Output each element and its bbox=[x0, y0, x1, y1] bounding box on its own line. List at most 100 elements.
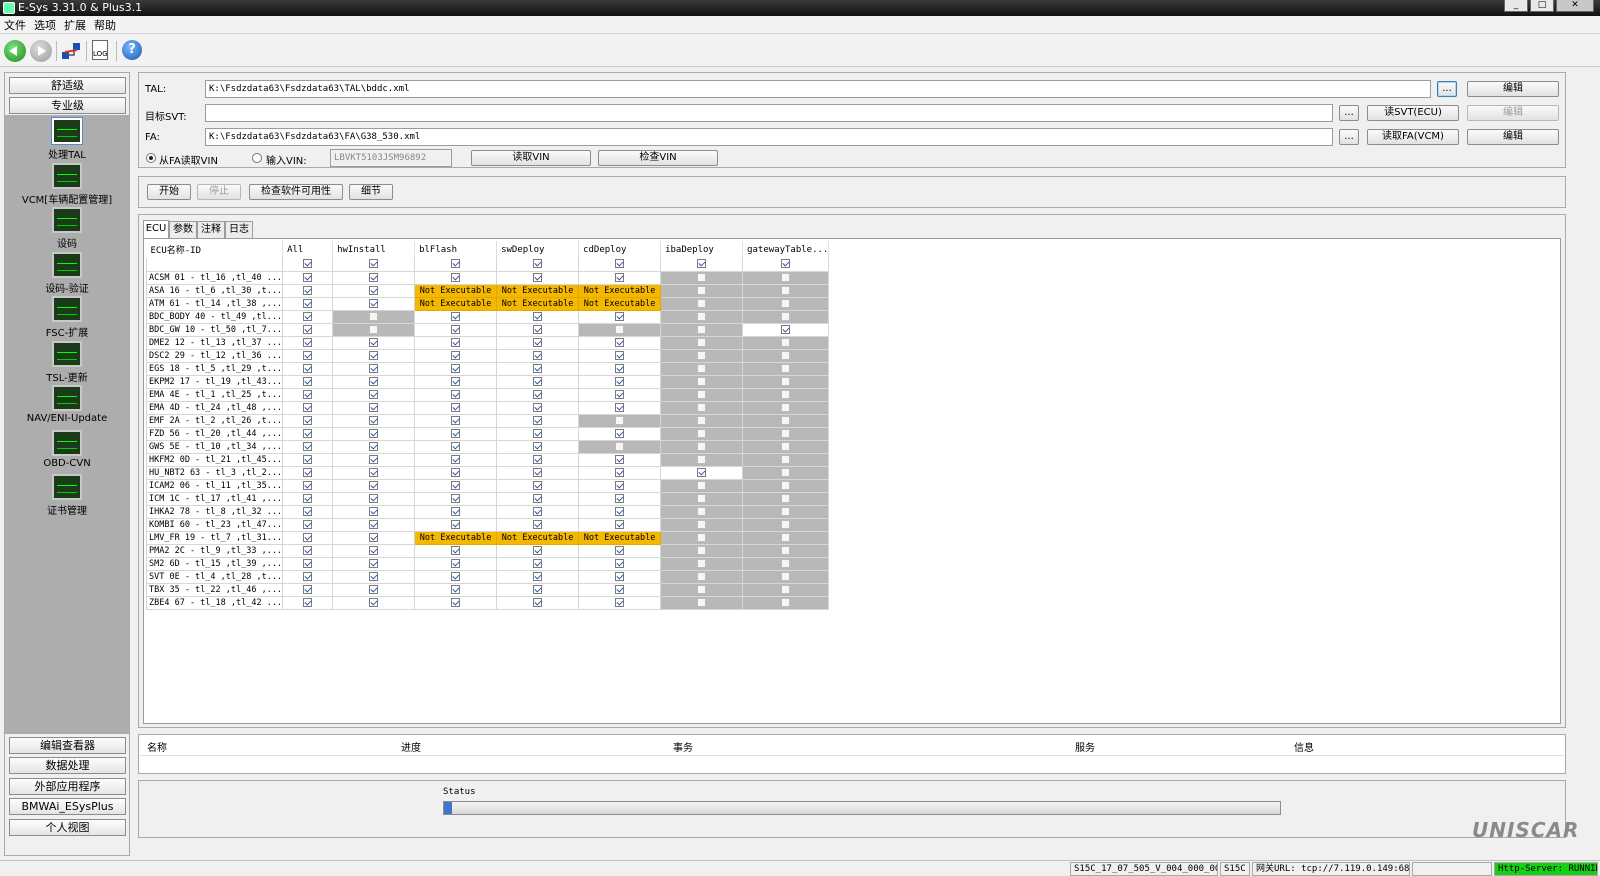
grid-column-header[interactable]: swDeploy bbox=[496, 241, 580, 258]
checkbox-cell[interactable] bbox=[414, 466, 498, 480]
checked-checkbox[interactable] bbox=[303, 324, 313, 334]
checkbox-cell[interactable] bbox=[742, 271, 830, 285]
checked-checkbox[interactable] bbox=[533, 571, 543, 581]
external-apps-button[interactable]: 外部应用程序 bbox=[9, 778, 126, 795]
svt-edit-button[interactable]: 编辑 bbox=[1467, 105, 1559, 121]
checkbox-cell[interactable] bbox=[282, 323, 334, 337]
checkbox-cell[interactable] bbox=[660, 297, 744, 311]
table-row[interactable]: ICM 1C - tl_17 ,tl_41 ,... bbox=[145, 492, 830, 506]
checked-checkbox[interactable] bbox=[303, 493, 313, 503]
checkbox-cell[interactable] bbox=[332, 518, 416, 532]
checkbox-cell[interactable] bbox=[282, 375, 334, 389]
sidebar-item[interactable]: 证书管理 bbox=[5, 474, 129, 517]
sidebar-item[interactable]: 设码 bbox=[5, 207, 129, 250]
checked-checkbox[interactable] bbox=[615, 376, 625, 386]
checked-checkbox[interactable] bbox=[615, 597, 625, 607]
checkbox-cell[interactable] bbox=[332, 258, 416, 272]
checked-checkbox[interactable] bbox=[451, 506, 461, 516]
tab-parameters[interactable]: 参数 bbox=[169, 221, 197, 238]
checked-checkbox[interactable] bbox=[369, 571, 379, 581]
sidebar-item[interactable]: 设码-验证 bbox=[5, 251, 129, 295]
checkbox-cell[interactable] bbox=[496, 323, 580, 337]
table-row[interactable]: SM2 6D - tl_15 ,tl_39 ,... bbox=[145, 557, 830, 571]
checkbox-cell[interactable] bbox=[496, 427, 580, 441]
unchecked-checkbox[interactable] bbox=[781, 376, 791, 386]
checked-checkbox[interactable] bbox=[533, 402, 543, 412]
checked-checkbox[interactable] bbox=[369, 493, 379, 503]
unchecked-checkbox[interactable] bbox=[781, 272, 791, 282]
checkbox-cell[interactable] bbox=[742, 427, 830, 441]
checkbox-cell[interactable] bbox=[332, 297, 416, 311]
checkbox-cell[interactable] bbox=[414, 336, 498, 350]
checkbox-cell[interactable] bbox=[578, 492, 662, 506]
checked-checkbox[interactable] bbox=[451, 597, 461, 607]
unchecked-checkbox[interactable] bbox=[697, 311, 707, 321]
table-row[interactable]: EGS 18 - tl_5 ,tl_29 ,t... bbox=[145, 362, 830, 376]
checked-checkbox[interactable] bbox=[533, 493, 543, 503]
checked-checkbox[interactable] bbox=[615, 584, 625, 594]
checked-checkbox[interactable] bbox=[533, 545, 543, 555]
table-row[interactable]: DME2 12 - tl_13 ,tl_37 ... bbox=[145, 336, 830, 350]
checked-checkbox[interactable] bbox=[369, 376, 379, 386]
checked-checkbox[interactable] bbox=[615, 519, 625, 529]
checked-checkbox[interactable] bbox=[303, 402, 313, 412]
checkbox-cell[interactable] bbox=[332, 440, 416, 454]
checkbox-cell[interactable] bbox=[742, 466, 830, 480]
checkbox-cell[interactable] bbox=[414, 323, 498, 337]
checkbox-cell[interactable] bbox=[282, 583, 334, 597]
data-processing-button[interactable]: 数据处理 bbox=[9, 757, 126, 774]
checked-checkbox[interactable] bbox=[615, 337, 625, 347]
checked-checkbox[interactable] bbox=[451, 363, 461, 373]
checkbox-cell[interactable] bbox=[496, 479, 580, 493]
checked-checkbox[interactable] bbox=[369, 272, 379, 282]
checkbox-cell[interactable] bbox=[578, 440, 662, 454]
tal-browse-button[interactable]: ... bbox=[1437, 81, 1457, 97]
checkbox-cell[interactable] bbox=[496, 492, 580, 506]
checked-checkbox[interactable] bbox=[303, 337, 313, 347]
sidebar-item[interactable]: VCM[车辆配置管理] bbox=[5, 162, 129, 206]
unchecked-checkbox[interactable] bbox=[781, 337, 791, 347]
checkbox-cell[interactable] bbox=[414, 557, 498, 571]
checkbox-cell[interactable] bbox=[282, 440, 334, 454]
unchecked-checkbox[interactable] bbox=[697, 363, 707, 373]
checkbox-cell[interactable] bbox=[578, 401, 662, 415]
sidebar-item[interactable]: NAV/ENI-Update bbox=[5, 385, 129, 424]
checked-checkbox[interactable] bbox=[615, 467, 625, 477]
checkbox-cell[interactable] bbox=[414, 401, 498, 415]
checked-checkbox[interactable] bbox=[615, 350, 625, 360]
checkbox-cell[interactable] bbox=[496, 362, 580, 376]
network-connect-icon[interactable] bbox=[60, 40, 82, 62]
grid-column-header[interactable]: cdDeploy bbox=[578, 241, 662, 258]
checked-checkbox[interactable] bbox=[615, 480, 625, 490]
checked-checkbox[interactable] bbox=[533, 584, 543, 594]
checkbox-cell[interactable] bbox=[742, 297, 830, 311]
checkbox-cell[interactable] bbox=[414, 453, 498, 467]
checkbox-cell[interactable] bbox=[282, 531, 334, 545]
unchecked-checkbox[interactable] bbox=[697, 402, 707, 412]
checked-checkbox[interactable] bbox=[369, 363, 379, 373]
checkbox-cell[interactable] bbox=[742, 570, 830, 584]
checkbox-cell[interactable] bbox=[578, 505, 662, 519]
checkbox-cell[interactable] bbox=[660, 518, 744, 532]
checked-checkbox[interactable] bbox=[697, 259, 707, 269]
checked-checkbox[interactable] bbox=[303, 571, 313, 581]
menu-options[interactable]: 选项 bbox=[34, 17, 56, 33]
vin-from-fa-radio[interactable] bbox=[146, 153, 156, 163]
unchecked-checkbox[interactable] bbox=[697, 545, 707, 555]
checked-checkbox[interactable] bbox=[615, 454, 625, 464]
checkbox-cell[interactable] bbox=[660, 583, 744, 597]
checkbox-cell[interactable] bbox=[578, 271, 662, 285]
grid-column-header[interactable]: blFlash bbox=[414, 241, 498, 258]
checkbox-cell[interactable] bbox=[282, 492, 334, 506]
checked-checkbox[interactable] bbox=[533, 454, 543, 464]
checked-checkbox[interactable] bbox=[303, 532, 313, 542]
checkbox-cell[interactable] bbox=[414, 362, 498, 376]
checkbox-cell[interactable] bbox=[660, 401, 744, 415]
table-row[interactable]: ACSM 01 - tl_16 ,tl_40 ... bbox=[145, 271, 830, 285]
checkbox-cell[interactable] bbox=[332, 544, 416, 558]
unchecked-checkbox[interactable] bbox=[697, 376, 707, 386]
unchecked-checkbox[interactable] bbox=[697, 532, 707, 542]
checkbox-cell[interactable] bbox=[578, 453, 662, 467]
checkbox-cell[interactable] bbox=[414, 492, 498, 506]
checkbox-cell[interactable] bbox=[414, 544, 498, 558]
